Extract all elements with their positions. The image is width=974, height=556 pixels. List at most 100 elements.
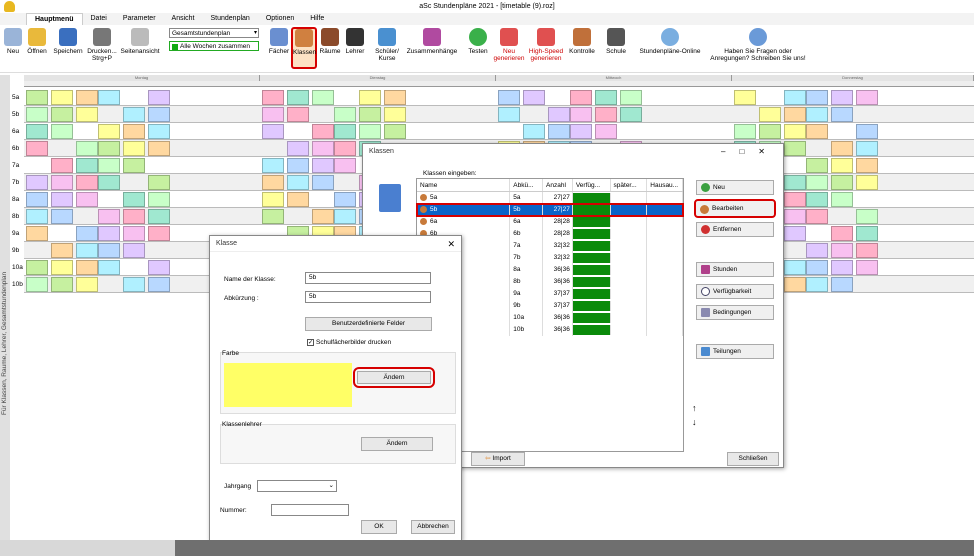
delete-class-button[interactable]: Entfernen: [696, 222, 774, 237]
lesson-cell[interactable]: [806, 124, 828, 139]
lesson-cell[interactable]: [148, 175, 170, 190]
lesson-cell[interactable]: [123, 209, 145, 224]
tab-ansicht[interactable]: Ansicht: [164, 13, 203, 25]
lesson-cell[interactable]: [620, 107, 642, 122]
abbr-input[interactable]: 5b: [305, 291, 431, 303]
lesson-cell[interactable]: [498, 90, 520, 105]
lesson-cell[interactable]: [123, 226, 145, 241]
lesson-cell[interactable]: [334, 141, 356, 156]
lesson-cell[interactable]: [806, 209, 828, 224]
new-class-button[interactable]: Neu: [696, 180, 774, 195]
lesson-cell[interactable]: [784, 124, 806, 139]
lesson-cell[interactable]: [148, 192, 170, 207]
lesson-cell[interactable]: [148, 277, 170, 292]
lesson-cell[interactable]: [831, 226, 853, 241]
feedback-button[interactable]: Haben Sie Fragen oder Anregungen? Schrei…: [706, 28, 810, 62]
lesson-cell[interactable]: [98, 226, 120, 241]
lesson-cell[interactable]: [831, 90, 853, 105]
lesson-cell[interactable]: [312, 90, 334, 105]
lesson-cell[interactable]: [856, 141, 878, 156]
lesson-cell[interactable]: [26, 226, 48, 241]
lesson-cell[interactable]: [334, 124, 356, 139]
tab-stundenplan[interactable]: Stundenplan: [203, 13, 258, 25]
lesson-cell[interactable]: [831, 141, 853, 156]
lesson-cell[interactable]: [76, 90, 98, 105]
lesson-cell[interactable]: [595, 90, 617, 105]
lesson-cell[interactable]: [26, 141, 48, 156]
lesson-cell[interactable]: [570, 124, 592, 139]
lesson-cell[interactable]: [51, 209, 73, 224]
lesson-cell[interactable]: [76, 226, 98, 241]
lesson-cell[interactable]: [359, 107, 381, 122]
lesson-cell[interactable]: [312, 175, 334, 190]
lesson-cell[interactable]: [98, 209, 120, 224]
lesson-cell[interactable]: [76, 158, 98, 173]
lesson-cell[interactable]: [287, 90, 309, 105]
save-button[interactable]: Speichern: [52, 28, 84, 55]
lesson-cell[interactable]: [26, 124, 48, 139]
classes-button[interactable]: Klassen: [291, 27, 317, 69]
students-button[interactable]: Schüler/ Kurse: [371, 28, 403, 62]
lesson-cell[interactable]: [784, 192, 806, 207]
rooms-button[interactable]: Räume: [319, 28, 341, 55]
tab-hauptmenu[interactable]: Hauptmenü: [26, 13, 83, 25]
lesson-cell[interactable]: [806, 175, 828, 190]
lesson-cell[interactable]: [123, 158, 145, 173]
lesson-cell[interactable]: [26, 175, 48, 190]
change-color-button[interactable]: Ändern: [357, 371, 431, 384]
lesson-cell[interactable]: [523, 124, 545, 139]
lesson-cell[interactable]: [148, 141, 170, 156]
lesson-cell[interactable]: [51, 124, 73, 139]
lesson-cell[interactable]: [123, 192, 145, 207]
lesson-cell[interactable]: [287, 158, 309, 173]
test-button[interactable]: Testen: [466, 28, 490, 55]
open-button[interactable]: Öffnen: [25, 28, 49, 55]
lesson-cell[interactable]: [334, 209, 356, 224]
divisions-button[interactable]: Teilungen: [696, 344, 774, 359]
lesson-cell[interactable]: [287, 107, 309, 122]
lesson-cell[interactable]: [262, 90, 284, 105]
tab-optionen[interactable]: Optionen: [258, 13, 302, 25]
print-preview-button[interactable]: Seitenansicht: [120, 28, 160, 55]
lesson-cell[interactable]: [26, 209, 48, 224]
constraints-button[interactable]: Bedingungen: [696, 305, 774, 320]
cancel-button[interactable]: Abbrechen: [411, 520, 455, 534]
number-input[interactable]: [271, 504, 349, 516]
lesson-cell[interactable]: [856, 124, 878, 139]
lesson-cell[interactable]: [784, 277, 806, 292]
lesson-cell[interactable]: [287, 175, 309, 190]
subjects-button[interactable]: Fächer: [268, 28, 290, 55]
new-button[interactable]: Neu: [4, 28, 22, 55]
lesson-cell[interactable]: [359, 124, 381, 139]
lesson-cell[interactable]: [856, 209, 878, 224]
lesson-cell[interactable]: [856, 158, 878, 173]
lesson-cell[interactable]: [523, 90, 545, 105]
lessons-button[interactable]: Stunden: [696, 262, 774, 277]
control-button[interactable]: Kontrolle: [566, 28, 598, 55]
lesson-cell[interactable]: [806, 192, 828, 207]
lesson-cell[interactable]: [620, 90, 642, 105]
lesson-cell[interactable]: [334, 107, 356, 122]
lesson-cell[interactable]: [76, 260, 98, 275]
lesson-cell[interactable]: [334, 158, 356, 173]
lesson-cell[interactable]: [76, 192, 98, 207]
print-button[interactable]: Drucken... Strg+P: [86, 28, 118, 62]
lesson-cell[interactable]: [51, 90, 73, 105]
lesson-cell[interactable]: [734, 124, 756, 139]
lesson-cell[interactable]: [98, 175, 120, 190]
lesson-cell[interactable]: [856, 243, 878, 258]
lesson-cell[interactable]: [806, 277, 828, 292]
lesson-cell[interactable]: [359, 90, 381, 105]
tab-hilfe[interactable]: Hilfe: [302, 13, 332, 25]
lesson-cell[interactable]: [76, 243, 98, 258]
lesson-cell[interactable]: [784, 226, 806, 241]
lesson-cell[interactable]: [806, 260, 828, 275]
all-weeks-toggle[interactable]: Alle Wochen zusammen: [169, 41, 259, 51]
lesson-cell[interactable]: [759, 107, 781, 122]
lesson-cell[interactable]: [148, 124, 170, 139]
lesson-cell[interactable]: [384, 90, 406, 105]
arrow-up-icon[interactable]: ↑: [692, 401, 697, 415]
custom-fields-button[interactable]: Benutzerdefinierte Felder: [305, 317, 432, 331]
tab-datei[interactable]: Datei: [83, 13, 115, 25]
arrow-down-icon[interactable]: ↓: [692, 415, 697, 429]
